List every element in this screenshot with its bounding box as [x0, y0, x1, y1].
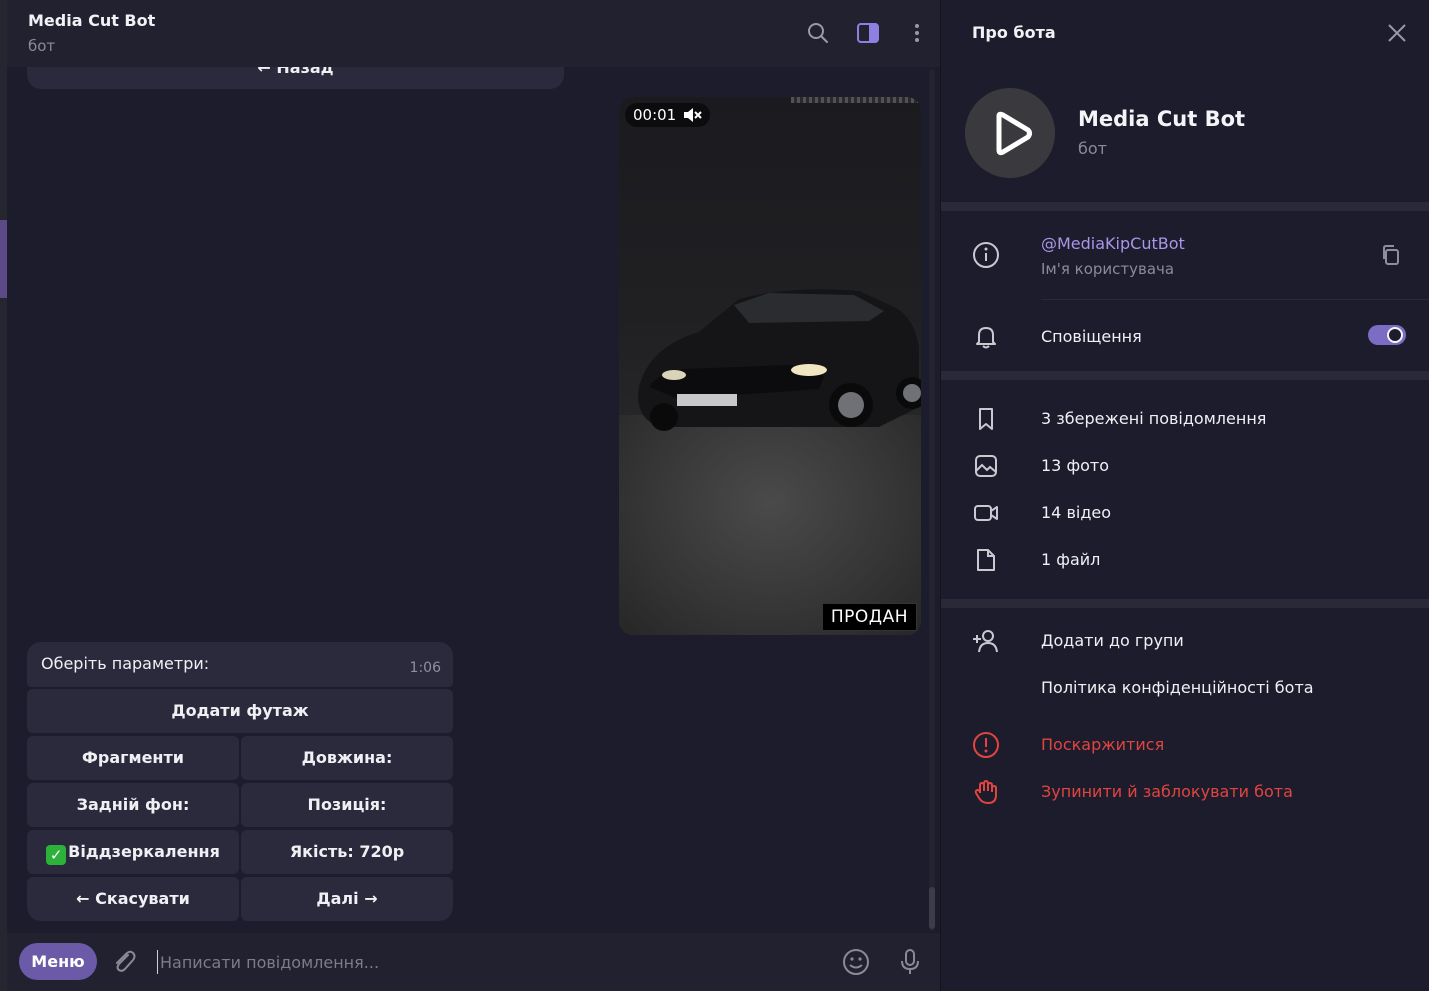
photos-item[interactable]: 13 фото	[1041, 456, 1109, 475]
search-icon[interactable]	[805, 20, 831, 46]
bot-info-panel: Про бота Media Cut Bot бот @MediaKipCutB…	[940, 0, 1429, 991]
chat-window: Media Cut Bot бот ← Назад 00:01 ПРОДАН О…	[7, 0, 940, 991]
notifications-toggle[interactable]	[1368, 325, 1406, 345]
saved-messages-item[interactable]: 3 збережені повідомлення	[1041, 409, 1266, 428]
report-icon	[973, 732, 999, 758]
quality-button[interactable]: Якість: 720p	[241, 830, 453, 874]
notifications-label: Сповіщення	[1041, 327, 1142, 346]
video-icon	[974, 505, 998, 521]
chat-subtitle: бот	[28, 37, 56, 55]
message-text: Оберіть параметри:	[41, 654, 210, 673]
mute-icon[interactable]	[682, 107, 702, 123]
photo-icon	[975, 455, 997, 477]
next-button[interactable]: Далі →	[241, 877, 453, 921]
stop-hand-icon	[974, 780, 997, 804]
section-divider	[941, 599, 1429, 608]
toggle-knob	[1387, 327, 1403, 343]
position-button[interactable]: Позиція:	[241, 783, 453, 827]
row-divider	[1041, 299, 1429, 300]
section-divider	[941, 202, 1429, 211]
privacy-policy-item[interactable]: Політика конфіденційності бота	[1041, 678, 1314, 697]
attach-icon[interactable]	[109, 947, 139, 977]
length-button[interactable]: Довжина:	[241, 736, 453, 780]
chat-header[interactable]: Media Cut Bot бот	[7, 0, 940, 67]
report-item[interactable]: Поскаржитися	[1041, 735, 1164, 754]
bot-name: Media Cut Bot	[1078, 107, 1246, 131]
mirroring-label: Віддзеркалення	[68, 842, 220, 861]
cancel-button[interactable]: ← Скасувати	[27, 877, 239, 921]
emoji-icon[interactable]	[841, 947, 871, 977]
video-timestamp[interactable]: 00:01	[625, 103, 711, 127]
username-link[interactable]: @MediaKipCutBot	[1041, 234, 1185, 253]
folder-rail-active-marker[interactable]	[0, 220, 7, 298]
car-image	[638, 289, 921, 431]
video-message[interactable]: 00:01 ПРОДАН	[619, 97, 921, 635]
copy-icon[interactable]	[1379, 243, 1403, 267]
section-divider	[941, 371, 1429, 380]
videos-item[interactable]: 14 відео	[1041, 503, 1111, 522]
microphone-icon[interactable]	[895, 947, 925, 977]
avatar[interactable]	[965, 88, 1055, 178]
play-icon	[996, 111, 1032, 156]
info-icon	[973, 242, 999, 268]
sidebar-toggle-icon[interactable]	[855, 20, 881, 46]
composer: Меню	[7, 933, 940, 991]
more-vertical-icon[interactable]	[904, 20, 930, 46]
panel-title: Про бота	[972, 23, 1056, 42]
message-time: 1:06	[409, 660, 441, 676]
chat-title[interactable]: Media Cut Bot	[28, 11, 155, 30]
files-item[interactable]: 1 файл	[1041, 550, 1100, 569]
bell-icon	[976, 327, 996, 349]
add-user-icon	[973, 630, 998, 653]
bot-subtitle: бот	[1078, 139, 1107, 158]
background-button[interactable]: Задній фон:	[27, 783, 239, 827]
username-label: Ім'я користувача	[1041, 260, 1175, 278]
mirroring-button[interactable]: ✓ Віддзеркалення	[27, 830, 239, 874]
file-icon	[977, 549, 995, 571]
close-icon[interactable]	[1386, 22, 1408, 44]
video-edge	[791, 97, 921, 103]
scrollbar-track[interactable]	[929, 69, 935, 931]
bookmark-icon	[979, 408, 993, 430]
menu-button[interactable]: Меню	[19, 943, 97, 980]
add-to-group-item[interactable]: Додати до групи	[1041, 631, 1184, 650]
video-time-text: 00:01	[633, 106, 677, 124]
message-input[interactable]	[157, 950, 817, 974]
message-list[interactable]: ← Назад 00:01 ПРОДАН Оберіть параметри: …	[7, 67, 940, 933]
video-caption-badge: ПРОДАН	[821, 603, 917, 631]
checkmark-icon: ✓	[46, 845, 67, 865]
bot-message: Оберіть параметри: 1:06	[27, 642, 453, 687]
scrollbar-thumb[interactable]	[929, 887, 935, 929]
fragments-button[interactable]: Фрагменти	[27, 736, 239, 780]
add-footage-button[interactable]: Додати футаж	[27, 689, 453, 733]
block-bot-item[interactable]: Зупинити й заблокувати бота	[1041, 782, 1293, 801]
folder-rail	[0, 0, 7, 991]
back-button[interactable]: ← Назад	[27, 67, 564, 89]
